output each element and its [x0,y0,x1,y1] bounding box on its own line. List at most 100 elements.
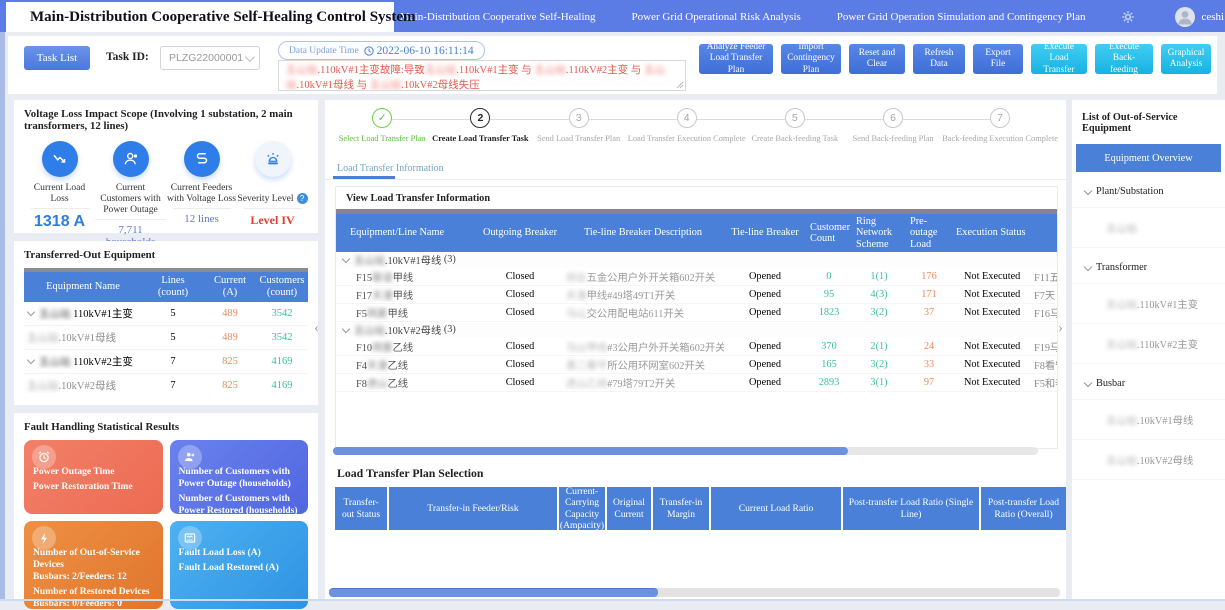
stat-line: Busbars: 2/Feeders: 12 [33,571,155,583]
load-loss-chart-icon [51,150,69,168]
stat-line: Fault Load Loss (A) [179,547,301,559]
stat-customers-outage: Current Customers with Power Outage 7,71… [95,141,166,248]
stat-line: Number of Out-of-Service Devices [33,547,155,571]
user-avatar[interactable] [1175,7,1195,27]
stat-severity-level: Severity Level? Level IV [237,141,308,248]
horizontal-scrollbar-thumb[interactable] [333,447,848,455]
execute-back-feeding-button[interactable]: Execute Back-feeding [1095,44,1153,74]
table-row[interactable]: F5网夏甲线 Closed 马山交公用配电站611开关 Opened 1823 … [336,304,1057,322]
table-row[interactable]: F8虎山乙线 Closed 虎山乙线#79塔79T2开关 Opened 2893… [336,374,1057,392]
stat-line: Fault Load Restored (A) [179,562,301,574]
gear-icon[interactable] [1121,10,1135,24]
tree-item[interactable]: 五山站 [1072,208,1225,248]
fault-text: .10kV#1母线 与 [297,80,370,91]
chevron-down-icon [1084,186,1092,194]
plan-selection-title: Load Transfer Plan Selection [337,466,483,481]
stat-line: Number of Restored Devices [33,586,155,598]
tab-load-transfer-information[interactable]: Load Transfer Information [337,163,444,174]
tree-group-transformer[interactable]: Transformer [1072,248,1225,284]
stat-line: Power Restoration Time [33,481,155,493]
tree-item[interactable]: 五山站.10kV#1母线 [1072,400,1225,440]
person-icon [1175,7,1195,27]
tree-item[interactable]: 五山站.110kV#2主变 [1072,324,1225,364]
update-time-value: 2022-06-10 16:11:14 [377,45,474,57]
col-current-load-ratio: Current Load Ratio [711,487,843,530]
nav-item-self-healing[interactable]: Main-Distribution Cooperative Self-Heali… [400,11,596,23]
feeder-icon [193,150,211,168]
task-id-select[interactable]: PLZG22000001 [160,46,260,70]
table-row[interactable]: 五山站 110kV#1主变 5 489 3542 [24,302,308,326]
help-icon[interactable]: ? [297,193,308,204]
chevron-down-icon[interactable] [27,356,35,364]
data-update-time-pill: Data Update Time 2022-06-10 16:11:14 [278,41,485,60]
table-row[interactable]: 五山站.10kV#2母线 7 825 4169 [24,374,308,397]
tree-group-substation[interactable]: Plant/Substation [1072,172,1225,208]
table-row[interactable]: F17天濠甲线 Closed 天濠甲线#49塔49T1开关 Opened 95 … [336,286,1057,304]
plan-table-header: Transfer-out Status Transfer-in Feeder/R… [335,487,1066,530]
stat-value: 12 lines [173,208,231,225]
nav-item-simulation[interactable]: Power Grid Operation Simulation and Cont… [837,11,1086,23]
table-row[interactable]: 五山站.10kV#1母线 5 489 3542 [24,326,308,350]
import-contingency-plan-button[interactable]: Import Contingency Plan [781,44,841,74]
col-equipment-line: Equipment/Line Name [336,225,478,240]
task-id-label: Task ID: [106,51,149,63]
table-header: Equipment/Line Name Outgoing Breaker Tie… [336,214,1057,252]
page-title: Main-Distribution Cooperative Self-Heali… [30,9,416,26]
reset-clear-button[interactable]: Reset and Clear [849,44,905,74]
username-label: ceshi [1201,11,1224,23]
step-create-task: 2 Create Load Transfer Task [431,108,529,143]
col-tie-desc: Tie-line Breaker Description [562,225,724,240]
tree-item[interactable]: 五山站.110kV#1主变 [1072,284,1225,324]
refresh-data-button[interactable]: Refresh Data [913,44,965,74]
nav-menu: Main-Distribution Cooperative Self-Heali… [400,2,1225,32]
chevron-down-icon[interactable] [342,255,350,263]
collapse-left-panel-icon[interactable]: ‹ [314,320,319,337]
workflow-stepper: ✓ Select Load Transfer Plan 2 Create Loa… [333,108,1058,156]
table-row[interactable]: F4天濠乙线 Closed 第二看守所公用环网室602开关 Opened 165… [336,356,1057,374]
tree-item[interactable]: 五山站.10kV#2母线 [1072,440,1225,480]
tree-group-busbar[interactable]: Busbar [1072,364,1225,400]
fault-description-textarea[interactable]: 五山站.110kV#1主变故障:导致五山站.110kV#1主变 与 五山站.11… [278,60,686,91]
execute-load-transfer-button[interactable]: Execute Load Transfer [1031,44,1087,74]
fault-stats-panel: Fault Handling Statistical Results Power… [14,413,318,601]
expand-right-panel-icon[interactable]: › [1058,320,1063,337]
step-send-plan: 3 Send Load Transfer Plan [530,108,628,143]
alarm-clock-icon [37,450,51,464]
tab-bar: Load Transfer Information [325,158,1066,182]
resize-handle-icon[interactable] [676,81,684,89]
col-equipment-name: Equipment Name [24,279,142,295]
panel-title: List of Out-of-Service Equipment [1072,100,1225,144]
panel-title: Voltage Loss Impact Scope (Involving 1 s… [24,108,308,132]
redacted-station: 五山站 [370,80,402,91]
stat-label: Current Feeders with Voltage Loss [166,182,237,204]
stat-line: Power Outage Time [33,466,155,478]
table-row[interactable]: F10网夏乙线 Closed 马山甲线#3公用户外开关箱602开关 Opened… [336,338,1057,356]
graphical-analysis-button[interactable]: Graphical Analysis [1161,44,1211,74]
col-tie-breaker: Tie-line Breaker [724,225,806,240]
table-row[interactable]: F15联谊甲线 Closed 创业五金公用户外开关箱602开关 Opened 0… [336,268,1057,286]
devices-card: Number of Out-of-Service Devices Busbars… [24,521,163,609]
chevron-down-icon[interactable] [27,308,35,316]
chevron-down-icon[interactable] [342,325,350,333]
group-row-busbar1[interactable]: 五山站.10kV#1母线 (3) [336,252,1057,268]
col-ring-scheme: Ring Network Scheme [852,214,906,252]
load-transfer-table: View Load Transfer Information Equipment… [335,186,1058,449]
stat-feeders-voltage-loss: Current Feeders with Voltage Loss 12 lin… [166,141,237,248]
nav-item-risk-analysis[interactable]: Power Grid Operational Risk Analysis [632,11,801,23]
fault-text: .10kV#2母线失压 [401,80,479,91]
left-edge-strip [0,32,5,601]
analyze-feeder-plan-button[interactable]: Analyze Feeder Load Transfer Plan [699,44,773,74]
horizontal-scrollbar-track[interactable] [333,447,1038,455]
bottom-scrollbar-thumb[interactable] [329,588,658,597]
customers-icon [183,450,197,464]
group-row-busbar2[interactable]: 五山站.10kV#2母线 (3) [336,322,1057,338]
export-file-button[interactable]: Export File [973,44,1023,74]
task-list-button[interactable]: Task List [24,46,90,70]
clock-icon [364,46,374,56]
col-original-current: Original Current [607,487,653,530]
equipment-overview-button[interactable]: Equipment Overview [1076,144,1221,172]
col-transfer-in-feeder: Transfer-in Feeder/Risk [389,487,559,530]
table-row[interactable]: 五山站 110kV#2主变 7 825 4169 [24,350,308,374]
bottom-scrollbar-track[interactable] [329,588,1060,597]
col-lines: Lines (count) [142,273,204,301]
